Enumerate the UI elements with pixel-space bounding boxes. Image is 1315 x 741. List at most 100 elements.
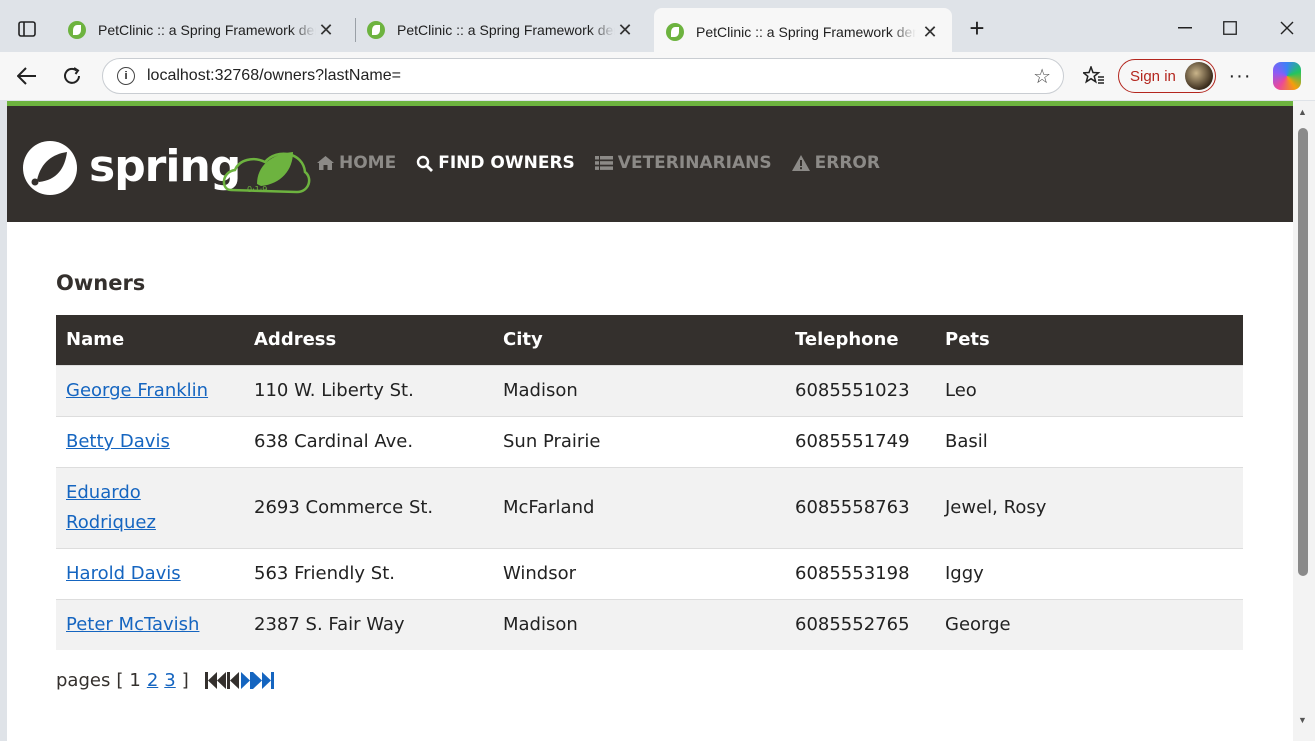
browser-toolbar: i localhost:32768/owners?lastName= ☆ Sig…	[0, 52, 1315, 100]
tab-close-icon[interactable]: ✕	[316, 20, 336, 41]
owner-link[interactable]: George Franklin	[66, 380, 208, 401]
nav-veterinarians-label: VETERINARIANS	[617, 153, 772, 173]
owner-city: Madison	[493, 598, 785, 650]
avatar	[1185, 62, 1213, 90]
sign-in-button[interactable]: Sign in	[1118, 59, 1216, 93]
address-bar[interactable]: i localhost:32768/owners?lastName= ☆	[102, 58, 1064, 94]
browser-tab-3-active[interactable]: PetClinic :: a Spring Framework demonstr…	[654, 8, 952, 56]
spring-logo[interactable]: spring 0·1·9	[21, 138, 311, 198]
owner-pets: Basil	[935, 415, 1243, 467]
url-text: localhost:32768/owners?lastName=	[147, 67, 401, 84]
owner-city: McFarland	[493, 466, 785, 548]
owner-pets: George	[935, 598, 1243, 650]
last-page-icon[interactable]	[252, 672, 275, 690]
owner-telephone: 6085551023	[785, 364, 935, 416]
tab-title: PetClinic :: a Spring Framework demonstr…	[696, 24, 916, 40]
owner-address: 2387 S. Fair Way	[244, 598, 493, 650]
table-row: Betty Davis 638 Cardinal Ave. Sun Prairi…	[56, 415, 1243, 467]
tab-actions-icon[interactable]	[10, 14, 44, 44]
browser-tabbar: PetClinic :: a Spring Framework demonstr…	[0, 0, 1315, 56]
spring-favicon-icon	[68, 21, 86, 39]
owner-telephone: 6085551749	[785, 415, 935, 467]
nav-veterinarians[interactable]: VETERINARIANS	[594, 153, 772, 173]
pagination-page-link[interactable]: 3	[164, 670, 175, 691]
owner-pets: Iggy	[935, 547, 1243, 599]
maximize-icon[interactable]	[1205, 0, 1255, 56]
scrollbar-thumb[interactable]	[1298, 128, 1308, 576]
main-menu: HOME FIND OWNERS VETERINARIANS ERROR	[317, 153, 880, 173]
scroll-up-icon[interactable]: ▲	[1298, 107, 1307, 117]
favorite-star-icon[interactable]: ☆	[1033, 64, 1051, 89]
nav-home-label: HOME	[339, 153, 397, 173]
owner-pets: Leo	[935, 364, 1243, 416]
pagination-page-link[interactable]: 2	[147, 670, 158, 691]
owner-link[interactable]: Peter McTavish	[66, 614, 199, 635]
tab-close-icon[interactable]: ✕	[920, 22, 940, 43]
nav-find-owners-label: FIND OWNERS	[438, 153, 575, 173]
copilot-icon[interactable]	[1273, 62, 1301, 90]
owner-telephone: 6085552765	[785, 598, 935, 650]
table-row: George Franklin 110 W. Liberty St. Madis…	[56, 364, 1243, 416]
page-title: Owners	[56, 271, 146, 295]
main-content: Owners Name Address City Telephone Pets …	[56, 271, 1243, 691]
page-viewport: spring 0·1·9 HOME FIND OWNERS VETERINARI…	[7, 101, 1293, 741]
owner-address: 2693 Commerce St.	[244, 466, 493, 548]
owner-city: Sun Prairie	[493, 415, 785, 467]
table-row: Peter McTavish 2387 S. Fair Way Madison …	[56, 598, 1243, 650]
close-window-icon[interactable]	[1262, 0, 1312, 56]
browser-tab-2[interactable]: PetClinic :: a Spring Framework demonstr…	[355, 8, 647, 52]
column-header-telephone: Telephone	[795, 329, 899, 351]
scroll-down-icon[interactable]: ▼	[1298, 715, 1307, 725]
owner-pets: Jewel, Rosy	[935, 466, 1243, 548]
owner-telephone: 6085558763	[785, 466, 935, 548]
list-icon	[594, 156, 613, 170]
new-tab-button[interactable]: +	[962, 14, 992, 44]
owner-city: Windsor	[493, 547, 785, 599]
first-page-icon	[204, 672, 227, 690]
warning-icon	[791, 155, 810, 171]
nav-error[interactable]: ERROR	[791, 153, 880, 173]
tab-title: PetClinic :: a Spring Framework demonstr…	[397, 22, 615, 38]
table-header-row: Name Address City Telephone Pets	[56, 315, 1243, 365]
owner-link[interactable]: Harold Davis	[66, 563, 181, 584]
column-header-pets: Pets	[945, 329, 990, 351]
owner-city: Madison	[493, 364, 785, 416]
minimize-icon[interactable]	[1160, 0, 1210, 56]
column-header-address: Address	[254, 329, 337, 351]
sign-in-label: Sign in	[1130, 67, 1176, 85]
browser-tab-1[interactable]: PetClinic :: a Spring Framework demonstr…	[56, 8, 348, 52]
more-options-icon[interactable]: ···	[1226, 62, 1254, 90]
tab-close-icon[interactable]: ✕	[615, 20, 635, 41]
pagination-controls	[204, 672, 275, 690]
site-info-icon[interactable]: i	[117, 67, 135, 85]
search-icon	[417, 155, 434, 172]
next-page-icon[interactable]	[240, 672, 253, 690]
favorites-icon[interactable]	[1080, 62, 1108, 90]
previous-page-icon	[226, 672, 240, 690]
column-header-name: Name	[66, 329, 125, 351]
pagination-open-bracket: [	[116, 670, 124, 691]
reload-icon[interactable]	[58, 62, 86, 90]
nav-error-label: ERROR	[814, 153, 880, 173]
owner-telephone: 6085553198	[785, 547, 935, 599]
pagination-current-page: 1	[129, 670, 141, 691]
spring-favicon-icon	[666, 23, 684, 41]
home-icon	[317, 156, 334, 170]
pagination-close-bracket: ]	[181, 670, 189, 691]
site-navbar: spring 0·1·9 HOME FIND OWNERS VETERINARI…	[7, 106, 1293, 222]
nav-find-owners[interactable]: FIND OWNERS	[416, 153, 575, 173]
tab-title: PetClinic :: a Spring Framework demonstr…	[98, 22, 316, 38]
table-row: Eduardo Rodriquez 2693 Commerce St. McFa…	[56, 466, 1243, 548]
spring-favicon-icon	[367, 21, 385, 39]
vertical-scrollbar[interactable]: ▲ ▼	[1293, 101, 1315, 741]
owner-link[interactable]: Eduardo Rodriquez	[66, 478, 186, 538]
owner-address: 563 Friendly St.	[244, 547, 493, 599]
table-row: Harold Davis 563 Friendly St. Windsor 60…	[56, 547, 1243, 599]
owner-link[interactable]: Betty Davis	[66, 431, 170, 452]
owner-address: 110 W. Liberty St.	[244, 364, 493, 416]
owners-table: Name Address City Telephone Pets George …	[56, 315, 1243, 650]
back-arrow-icon[interactable]	[13, 62, 41, 90]
owner-address: 638 Cardinal Ave.	[244, 415, 493, 467]
nav-home[interactable]: HOME	[317, 153, 396, 173]
svg-text:spring: spring	[89, 141, 240, 192]
